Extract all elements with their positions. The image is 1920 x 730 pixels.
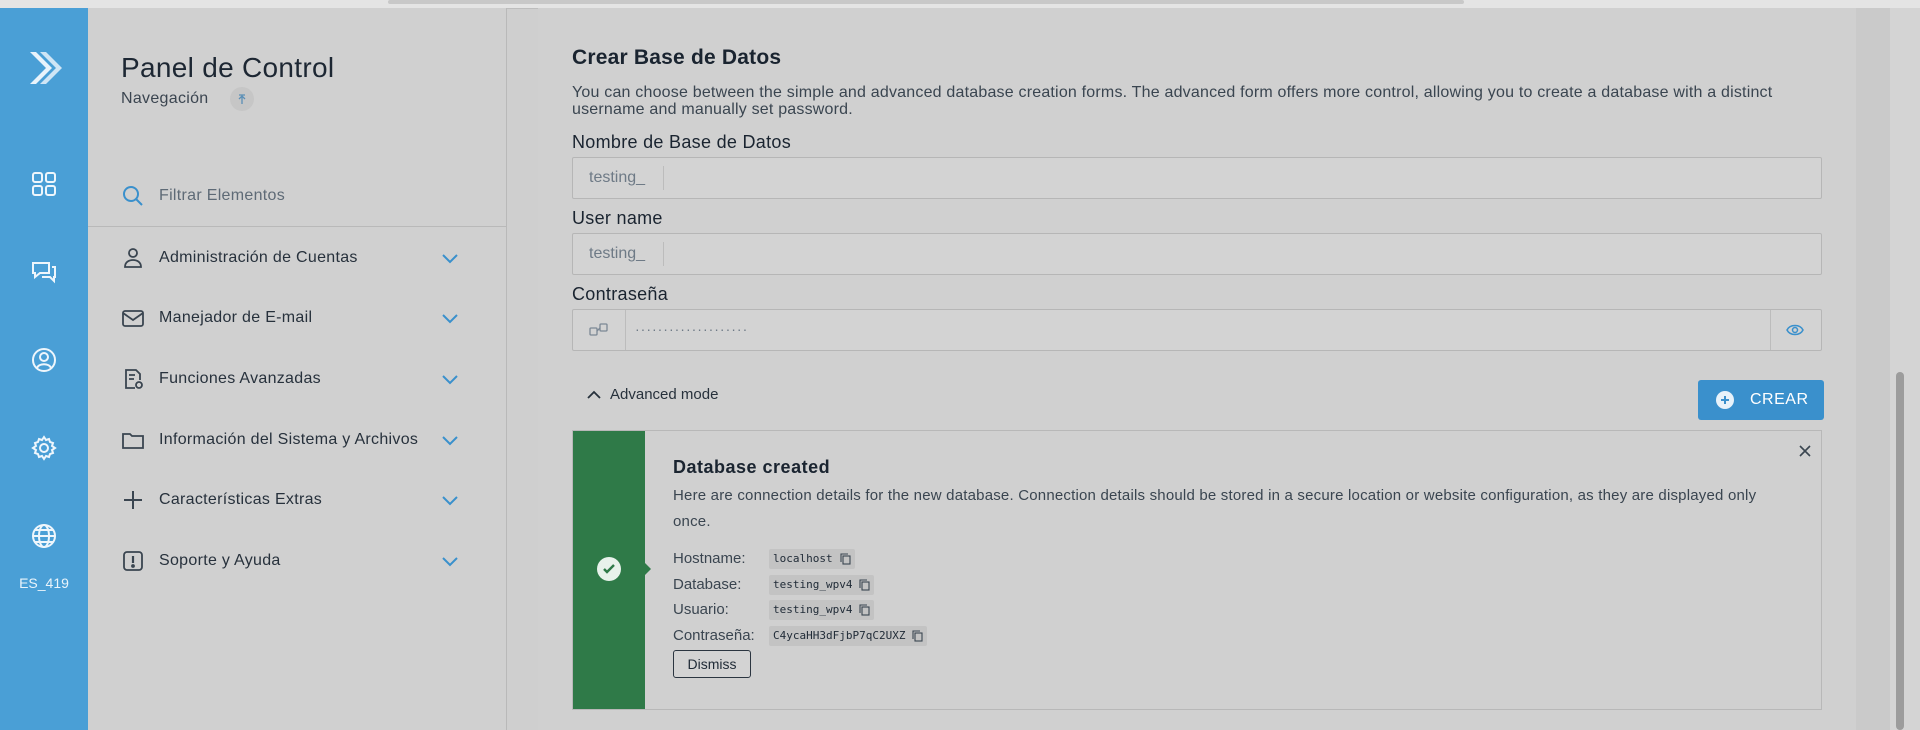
chevron-down-icon[interactable] [440, 490, 460, 510]
eye-icon [1786, 324, 1804, 336]
password-field[interactable]: ···················· [572, 309, 1822, 351]
generate-password-button[interactable] [573, 310, 626, 350]
sidebar-item-label: Manejador de E-mail [159, 309, 313, 326]
detail-value-text: localhost [773, 552, 833, 565]
page-description: You can choose between the simple and ad… [572, 84, 1773, 118]
sidebar-item-extras[interactable]: Características Extras [88, 476, 506, 526]
chevron-down-icon[interactable] [440, 308, 460, 328]
sidebar-title: Panel de Control [121, 52, 335, 83]
show-password-button[interactable] [1770, 310, 1821, 350]
chevron-up-icon [587, 390, 601, 399]
detail-value-text: testing_wpv4 [773, 578, 853, 591]
db-name-prefix: testing_ [589, 169, 646, 186]
chevron-down-icon[interactable] [440, 248, 460, 268]
password-label: Contraseña [572, 284, 669, 304]
user-name-label: User name [572, 208, 663, 228]
detail-key: Contraseña: [673, 627, 755, 644]
password-value[interactable]: ···················· [635, 321, 748, 337]
globe-icon[interactable] [30, 522, 58, 550]
check-circle-icon [597, 557, 621, 581]
filter-search-input[interactable]: Filtrar Elementos [159, 187, 285, 205]
alert-status-stripe [573, 431, 645, 709]
user-name-field[interactable]: testing_ [572, 233, 1822, 275]
plus-circle-icon [1716, 391, 1734, 409]
db-name-label: Nombre de Base de Datos [572, 132, 792, 152]
advanced-settings-icon [121, 367, 145, 391]
copy-icon [859, 579, 871, 591]
page-title: Crear Base de Datos [572, 46, 782, 69]
detail-value[interactable]: localhost [769, 549, 855, 569]
chat-icon[interactable] [30, 258, 58, 286]
alert-icon [121, 549, 145, 573]
dismiss-button[interactable]: Dismiss [673, 650, 751, 678]
close-icon[interactable] [1795, 441, 1815, 461]
field-divider [663, 166, 664, 190]
user-icon [121, 246, 145, 270]
success-alert: Database created Here are connection det… [572, 430, 1822, 710]
detail-value[interactable]: C4ycaHH3dFjbP7qC2UXZ [769, 626, 928, 646]
chevron-down-icon[interactable] [440, 551, 460, 571]
dashboard-grid-icon[interactable] [30, 170, 58, 198]
alert-pointer [645, 563, 651, 575]
detail-value[interactable]: testing_wpv4 [769, 600, 875, 620]
advanced-mode-label: Advanced mode [610, 386, 719, 403]
plus-icon [121, 488, 145, 512]
sidebar-item-support[interactable]: Soporte y Ayuda [88, 537, 506, 587]
mail-icon [121, 306, 145, 330]
sidebar-subtitle: Navegación [121, 90, 209, 107]
sidebar-item-label: Características Extras [159, 491, 323, 508]
language-label[interactable]: ES_419 [0, 575, 88, 591]
detail-key: Hostname: [673, 550, 746, 567]
icon-rail: ES_419 [0, 8, 88, 730]
right-gutter [1856, 8, 1890, 730]
detail-value-text: testing_wpv4 [773, 603, 853, 616]
detail-value-text: C4ycaHH3dFjbP7qC2UXZ [773, 629, 906, 642]
create-button[interactable]: CREAR [1698, 380, 1824, 420]
detail-key: Usuario: [673, 601, 729, 618]
folder-icon [121, 428, 145, 452]
main-content: Crear Base de Datos You can choose betwe… [538, 8, 1856, 730]
settings-gear-icon[interactable] [30, 434, 58, 462]
sidebar-item-advanced[interactable]: Funciones Avanzadas [88, 355, 506, 405]
field-divider [663, 242, 664, 266]
vertical-scrollbar[interactable] [1890, 8, 1920, 730]
sidebar: Panel de Control Navegación Filtrar Elem… [88, 8, 507, 730]
detail-key: Database: [673, 576, 742, 593]
account-icon[interactable] [30, 346, 58, 374]
search-icon [121, 184, 145, 208]
sidebar-item-accounts[interactable]: Administración de Cuentas [88, 234, 506, 284]
alert-message: Here are connection details for the new … [673, 487, 1757, 530]
create-button-label: CREAR [1750, 391, 1809, 408]
filter-search[interactable]: Filtrar Elementos [88, 168, 506, 227]
sidebar-item-email[interactable]: Manejador de E-mail [88, 294, 506, 344]
alert-title: Database created [673, 457, 831, 477]
copy-icon [912, 630, 924, 642]
db-name-field[interactable]: testing_ [572, 157, 1822, 199]
sidebar-item-system-files[interactable]: Información del Sistema y Archivos [88, 416, 506, 466]
horizontal-scrollbar[interactable] [388, 0, 1464, 4]
copy-icon [840, 553, 851, 565]
sidebar-item-label: Soporte y Ayuda [159, 552, 281, 569]
logo-icon[interactable] [22, 46, 66, 90]
copy-icon [859, 604, 871, 616]
sidebar-item-label: Funciones Avanzadas [159, 370, 321, 387]
user-name-prefix: testing_ [589, 245, 646, 262]
chevron-down-icon[interactable] [440, 430, 460, 450]
pin-icon[interactable] [230, 87, 254, 111]
sidebar-item-label: Información del Sistema y Archivos [159, 431, 419, 448]
detail-value[interactable]: testing_wpv4 [769, 575, 875, 595]
chevron-down-icon[interactable] [440, 369, 460, 389]
sidebar-item-label: Administración de Cuentas [159, 249, 358, 266]
scrollbar-thumb[interactable] [1896, 372, 1904, 730]
